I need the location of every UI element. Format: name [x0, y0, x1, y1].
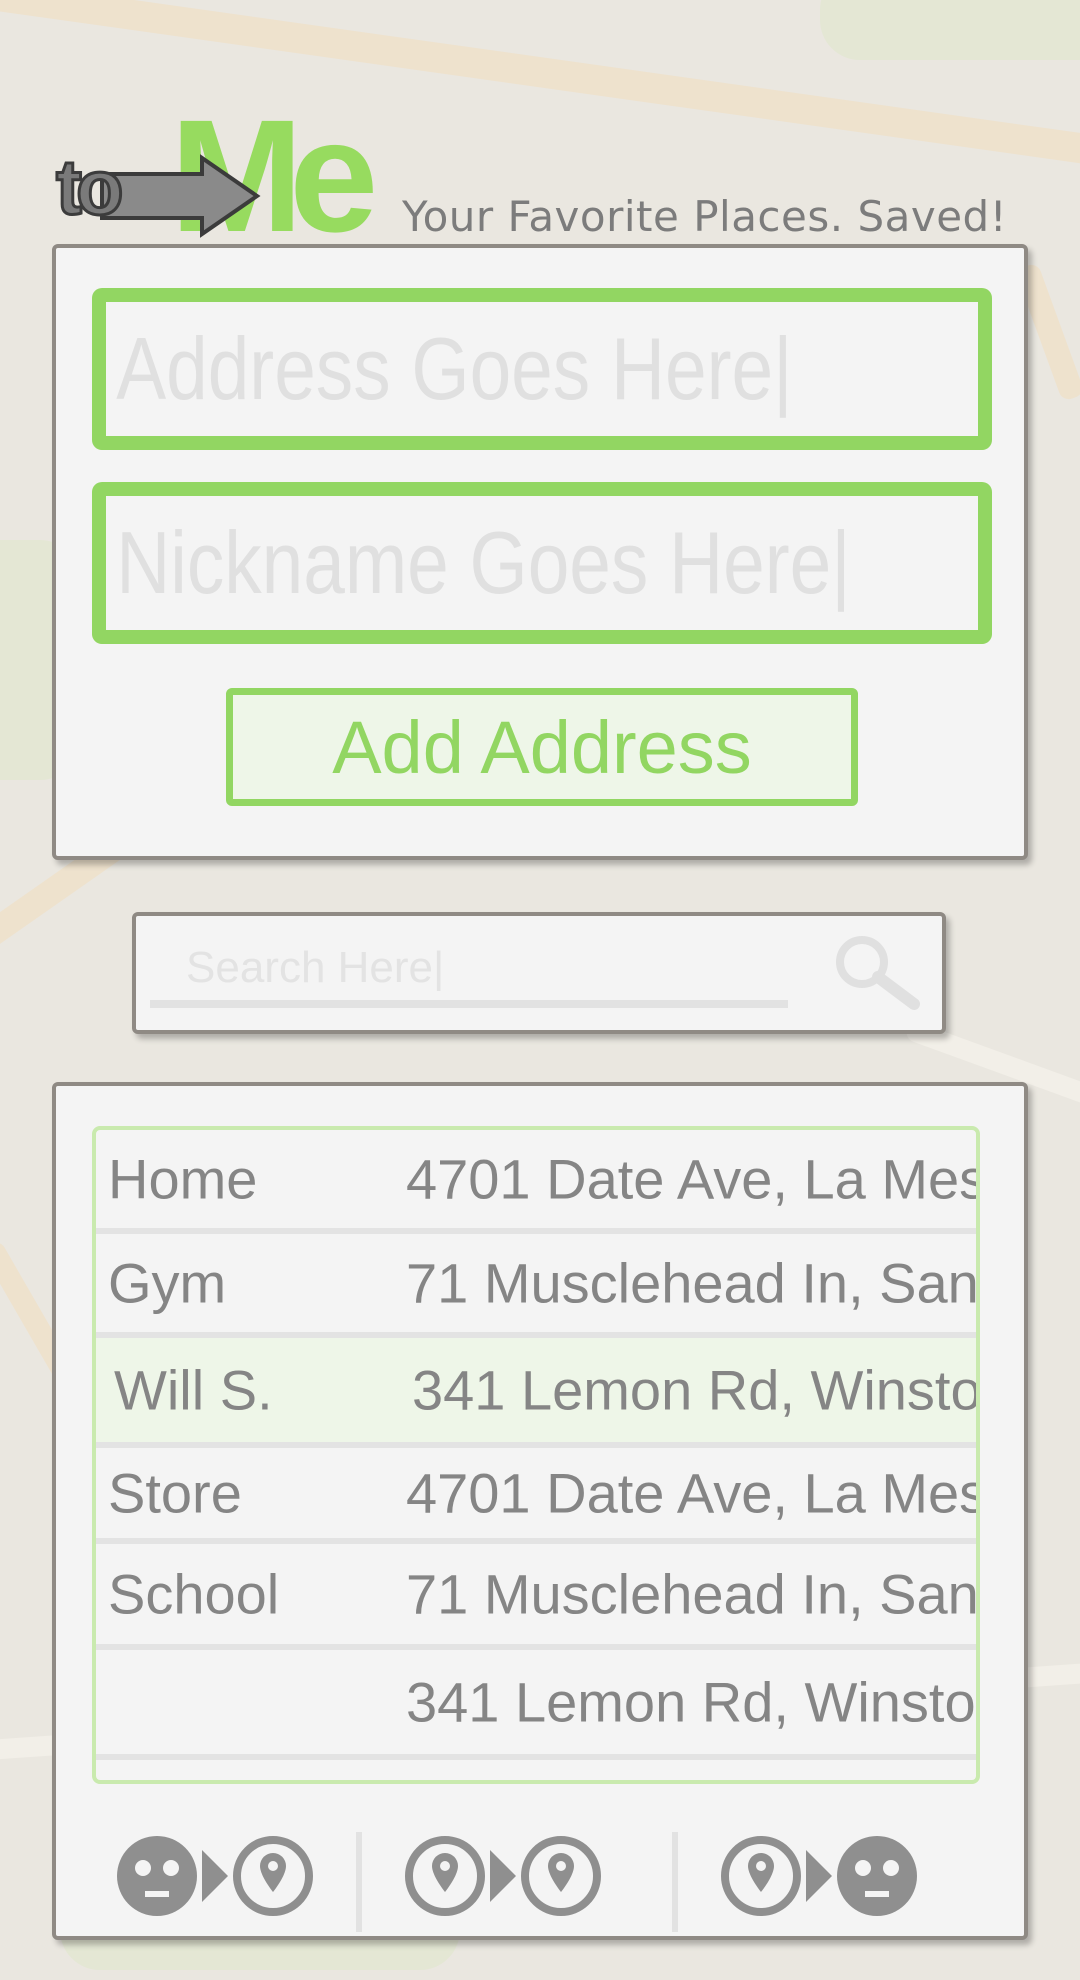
saved-places-card: Home 4701 Date Ave, La Mesa Gym 71 Muscl…	[52, 1082, 1028, 1940]
face-icon	[837, 1836, 917, 1916]
route-place-to-me-button[interactable]	[720, 1830, 918, 1922]
place-nickname: Store	[108, 1461, 242, 1525]
place-address: 71 Musclehead In, San Diego	[406, 1251, 976, 1315]
nickname-field[interactable]: Nickname Goes Here|	[92, 482, 992, 644]
add-address-button[interactable]: Add Address	[226, 688, 858, 806]
add-address-button-label: Add Address	[332, 705, 752, 789]
logo-to-text: to	[55, 143, 126, 231]
route-toolbar	[56, 1786, 1024, 1936]
search-card: Search Here|	[132, 912, 946, 1034]
place-nickname: School	[108, 1562, 280, 1626]
route-me-to-place-button[interactable]	[116, 1830, 314, 1922]
list-item[interactable]: Store 4701 Date Ave, La Mesa	[96, 1448, 976, 1544]
address-placeholder: Address Goes Here|	[116, 319, 793, 418]
place-nickname: Gym	[108, 1251, 227, 1315]
face-icon	[117, 1836, 197, 1916]
add-address-card: Address Goes Here| Nickname Goes Here| A…	[52, 244, 1028, 860]
app-logo: Me to	[52, 96, 402, 256]
place-address: 71 Musclehead In, San Diego	[406, 1562, 976, 1626]
route-place-to-place-button[interactable]	[404, 1830, 602, 1922]
search-icon[interactable]	[830, 932, 920, 1012]
place-nickname: Will S.	[114, 1358, 273, 1422]
chevron-right-icon	[202, 1850, 228, 1902]
list-item-selected[interactable]: Will S. 341 Lemon Rd, Winston	[96, 1338, 976, 1448]
saved-places-list: Home 4701 Date Ave, La Mesa Gym 71 Muscl…	[92, 1126, 980, 1784]
address-field[interactable]: Address Goes Here|	[92, 288, 992, 450]
search-placeholder: Search Here|	[186, 943, 445, 992]
app-tagline: Your Favorite Places. Saved!	[402, 192, 1008, 241]
place-address: 4701 Date Ave, La Mesa	[406, 1147, 976, 1211]
location-pin-icon	[521, 1836, 601, 1916]
toolbar-divider	[356, 1832, 362, 1932]
place-nickname: Home	[108, 1147, 258, 1211]
list-item[interactable]: Gym 71 Musclehead In, San Diego	[96, 1234, 976, 1338]
location-pin-icon	[721, 1836, 801, 1916]
chevron-right-icon	[490, 1850, 516, 1902]
place-address: 341 Lemon Rd, Winston	[406, 1670, 976, 1734]
list-item[interactable]: Home 4701 Date Ave, La Mesa	[96, 1130, 976, 1234]
location-pin-icon	[233, 1836, 313, 1916]
place-address: 341 Lemon Rd, Winston	[412, 1358, 976, 1422]
place-address: 4701 Date Ave, La Mesa	[406, 1461, 976, 1525]
location-pin-icon	[405, 1836, 485, 1916]
list-item[interactable]: 341 Lemon Rd, Winston	[96, 1650, 976, 1760]
nickname-placeholder: Nickname Goes Here|	[116, 513, 851, 612]
app-header: Me to Your Favorite Places. Saved!	[52, 96, 1032, 256]
list-item[interactable]: School 71 Musclehead In, San Diego	[96, 1544, 976, 1650]
chevron-right-icon	[806, 1850, 832, 1902]
toolbar-divider	[672, 1832, 678, 1932]
search-input[interactable]: Search Here|	[150, 936, 788, 1008]
